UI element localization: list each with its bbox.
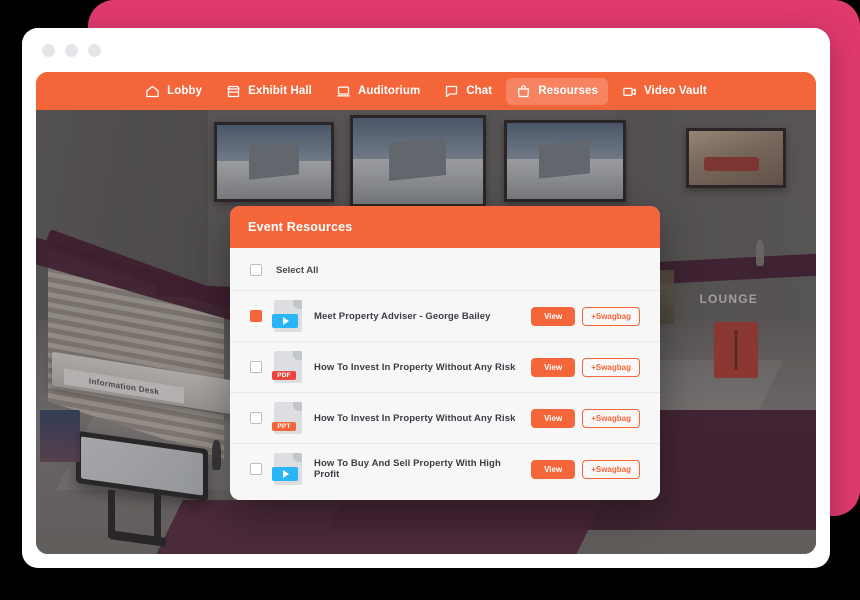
resource-checkbox[interactable] (250, 310, 262, 322)
select-all-label: Select All (276, 264, 319, 276)
nav-item-auditorium[interactable]: Auditorium (326, 78, 430, 105)
main-navigation: Lobby Exhibit Hall Auditorium Chat Resou… (36, 72, 816, 110)
nav-label-auditorium: Auditorium (357, 85, 421, 97)
resource-row: PDF How To Invest In Property Without An… (230, 342, 660, 393)
modal-title: Event Resources (248, 220, 353, 234)
pdf-badge-label: PDF (272, 371, 296, 380)
home-icon (145, 84, 160, 99)
resource-title: How To Invest In Property Without Any Ri… (314, 412, 516, 424)
laptop-icon (336, 84, 351, 99)
bag-icon (516, 84, 531, 99)
event-resources-modal: Event Resources Select All Meet Property… (230, 206, 660, 500)
video-icon (622, 84, 637, 99)
view-button[interactable]: View (531, 459, 576, 479)
view-button[interactable]: View (531, 357, 576, 377)
nav-item-lobby[interactable]: Lobby (135, 78, 212, 105)
resource-row: PPT How To Invest In Property Without An… (230, 393, 660, 444)
chat-icon (444, 84, 459, 99)
add-to-swagbag-button[interactable]: +Swagbag (582, 306, 640, 326)
add-to-swagbag-button[interactable]: +Swagbag (582, 408, 640, 428)
screenshot-stage: Lobby Exhibit Hall Auditorium Chat Resou… (0, 0, 860, 600)
resource-title: How To Invest In Property Without Any Ri… (314, 361, 516, 373)
resource-checkbox[interactable] (250, 412, 262, 424)
ppt-file-icon: PPT (272, 402, 302, 434)
ppt-badge-label: PPT (272, 422, 296, 431)
nav-item-resourses[interactable]: Resourses (506, 77, 608, 105)
resource-row: Meet Property Adviser - George Bailey Vi… (230, 291, 660, 342)
nav-label-resourses: Resourses (538, 85, 598, 97)
nav-item-video-vault[interactable]: Video Vault (612, 78, 717, 105)
browser-titlebar (22, 28, 830, 72)
modal-body: Select All Meet Property Adviser - Georg… (230, 248, 660, 500)
add-to-swagbag-button[interactable]: +Swagbag (582, 357, 640, 377)
resource-actions: View +Swagbag (531, 306, 640, 326)
nav-label-video-vault: Video Vault (643, 85, 707, 97)
app-viewport: Lobby Exhibit Hall Auditorium Chat Resou… (36, 72, 816, 554)
window-dot-maximize-icon[interactable] (88, 43, 101, 57)
resource-title: How To Buy And Sell Property With High P… (314, 458, 501, 480)
resource-checkbox[interactable] (250, 463, 262, 475)
resource-actions: View +Swagbag (531, 357, 640, 377)
store-icon (226, 84, 241, 99)
browser-window: Lobby Exhibit Hall Auditorium Chat Resou… (22, 28, 830, 568)
view-button[interactable]: View (531, 306, 576, 326)
nav-label-exhibit-hall: Exhibit Hall (248, 85, 312, 97)
resource-actions: View +Swagbag (531, 459, 640, 479)
select-all-row: Select All (230, 248, 660, 291)
nav-item-chat[interactable]: Chat (434, 78, 502, 105)
pdf-file-icon: PDF (272, 351, 302, 383)
resource-actions: View +Swagbag (531, 408, 640, 428)
resource-checkbox[interactable] (250, 361, 262, 373)
add-to-swagbag-button[interactable]: +Swagbag (582, 459, 640, 479)
resource-row: How To Buy And Sell Property With High P… (230, 444, 660, 494)
resource-title: Meet Property Adviser - George Bailey (314, 310, 491, 322)
video-file-icon (272, 453, 302, 485)
view-button[interactable]: View (531, 408, 576, 428)
window-dot-close-icon[interactable] (42, 43, 55, 57)
nav-label-lobby: Lobby (167, 85, 203, 97)
select-all-checkbox[interactable] (250, 264, 262, 276)
window-dot-minimize-icon[interactable] (65, 43, 78, 57)
modal-header: Event Resources (230, 206, 660, 248)
video-file-icon (272, 300, 302, 332)
nav-label-chat: Chat (466, 85, 493, 97)
nav-item-exhibit-hall[interactable]: Exhibit Hall (216, 78, 322, 105)
